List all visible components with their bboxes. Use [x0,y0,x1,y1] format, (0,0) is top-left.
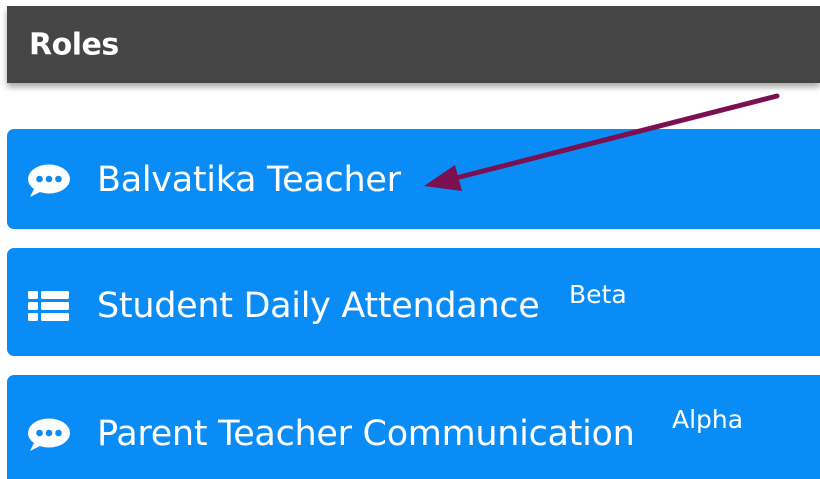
page-title: Roles [29,27,119,62]
role-card-student-daily-attendance[interactable]: Student Daily Attendance Beta [7,248,820,356]
role-label: Student Daily Attendance [97,286,540,326]
roles-page: Roles Balvatika Teacher Student Daily At… [0,0,820,479]
comment-icon [26,163,72,199]
list-icon [26,289,72,325]
beta-badge: Beta [569,280,627,309]
alpha-badge: Alpha [672,405,744,434]
role-card-parent-teacher-communication[interactable]: Parent Teacher Communication Alpha [7,375,820,479]
role-label: Parent Teacher Communication [97,414,635,454]
comment-icon [26,417,72,453]
roles-header: Roles [7,6,820,83]
role-card-balvatika-teacher[interactable]: Balvatika Teacher [7,129,820,229]
role-label: Balvatika Teacher [97,160,401,200]
